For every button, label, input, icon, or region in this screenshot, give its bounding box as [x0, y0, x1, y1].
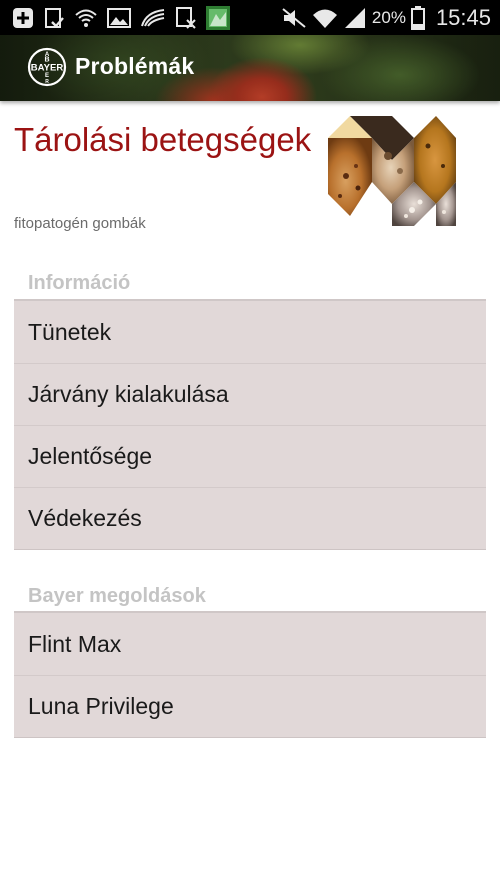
bayer-solutions-list: Flint Max Luna Privilege: [14, 613, 486, 738]
svg-text:A: A: [45, 52, 50, 58]
list-item-vedekezes[interactable]: Védekezés: [14, 487, 486, 549]
wifi-question-icon: [75, 9, 97, 27]
svg-text:R: R: [45, 79, 49, 85]
section-header-bayer-megoldasok: Bayer megoldások: [28, 585, 206, 607]
svg-text:BAYER: BAYER: [31, 63, 64, 74]
sim-off-icon: [176, 6, 196, 29]
info-list: Tünetek Járvány kialakulása Jelentősége …: [14, 301, 486, 550]
battery-icon: [410, 5, 425, 30]
section-header-informacio: Információ: [28, 272, 131, 294]
app-thumbnail-icon: [206, 5, 230, 30]
clock: 15:45: [435, 4, 491, 30]
wifi-icon: [312, 9, 337, 28]
signal-swoosh-icon: [141, 8, 165, 27]
battery-percent: 20%: [371, 7, 406, 27]
page-subtitle: fitopatogén gombák: [14, 215, 146, 232]
add-box-icon: [13, 7, 33, 28]
list-item-flint-max[interactable]: Flint Max: [14, 613, 486, 675]
status-bar: 20% 15:45: [0, 0, 500, 35]
mute-icon: [282, 7, 306, 28]
cell-signal-icon: [344, 7, 365, 28]
list-item-jelentosege[interactable]: Jelentősége: [14, 425, 486, 487]
action-bar: BAYER B A E R Problémák: [0, 35, 500, 101]
list-item-tunetek[interactable]: Tünetek: [14, 301, 486, 363]
page-title: Tárolási betegségek: [14, 121, 312, 158]
screen-title: Problémák: [75, 53, 195, 79]
list-item-jarvany-kialakulasa[interactable]: Járvány kialakulása: [14, 363, 486, 425]
clipboard-check-icon: [45, 7, 64, 28]
bayer-logo[interactable]: BAYER B A E R: [27, 47, 67, 87]
image-icon: [107, 7, 131, 28]
disease-photo-collage: [328, 116, 456, 231]
list-item-luna-privilege[interactable]: Luna Privilege: [14, 675, 486, 737]
